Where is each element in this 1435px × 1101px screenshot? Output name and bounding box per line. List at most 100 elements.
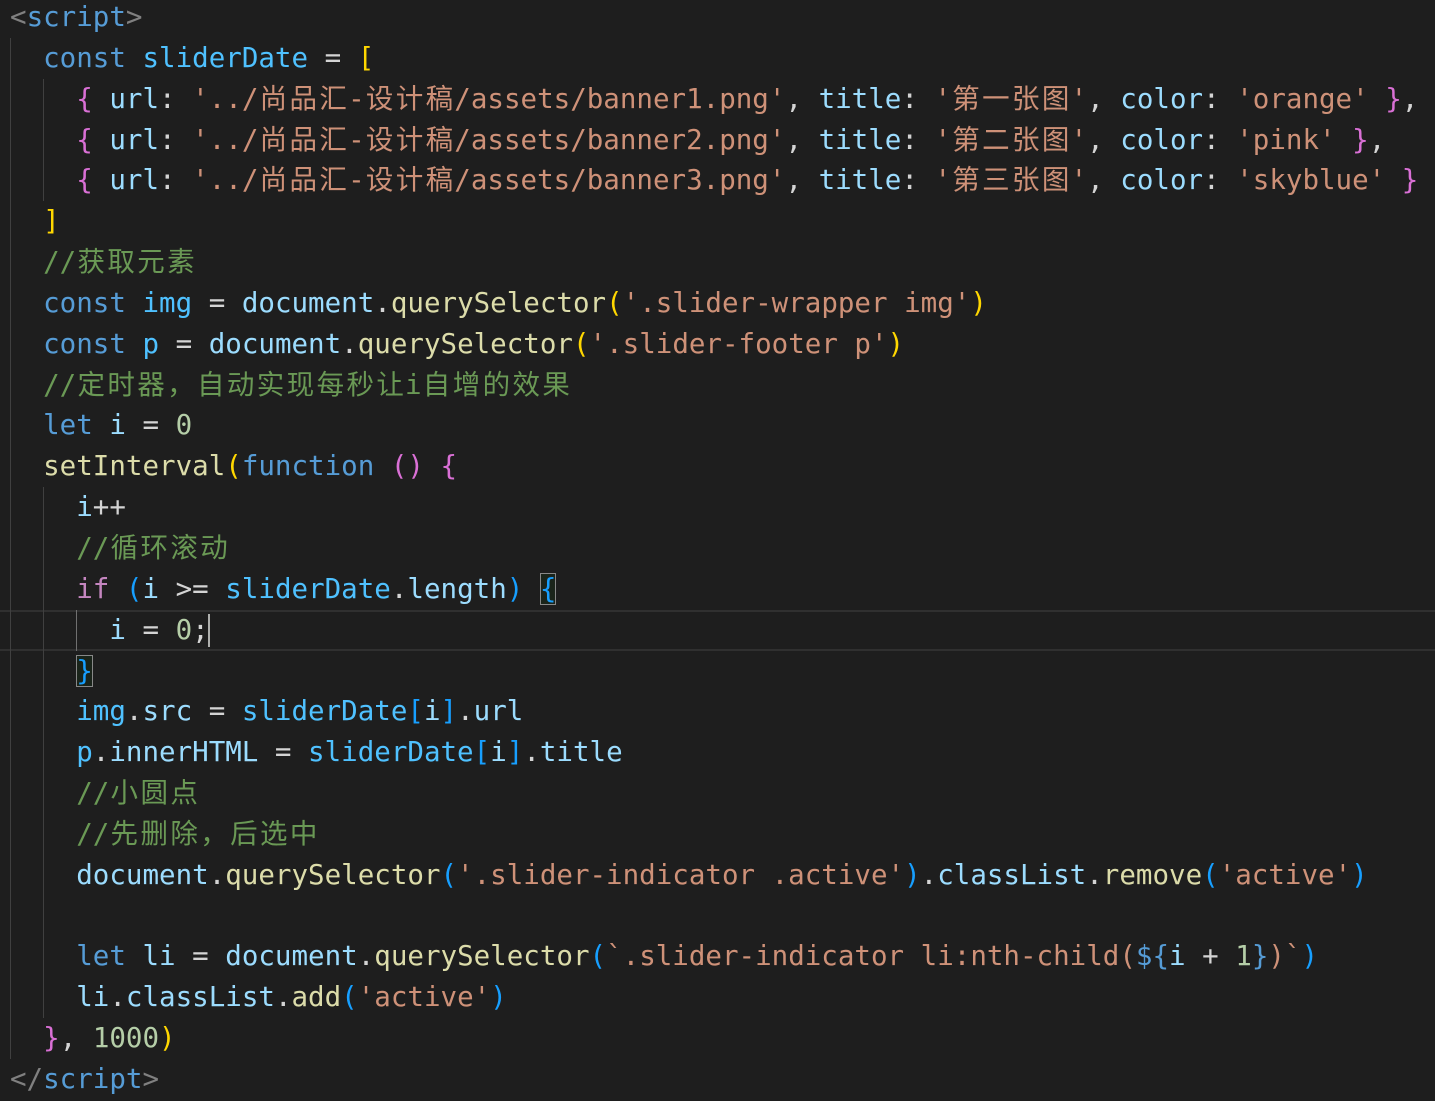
cjk-glyph: ， bbox=[200, 817, 228, 850]
code-line[interactable]: i = 0; bbox=[10, 610, 1435, 651]
matched-bracket-token: { bbox=[539, 572, 557, 605]
string-token: '../尚品汇-设计稿/assets/banner3.png' bbox=[192, 164, 785, 196]
punctuation-token: = bbox=[159, 327, 209, 360]
code-line[interactable]: //先删除，后选中 bbox=[10, 814, 1435, 855]
bracket-token: { bbox=[76, 82, 93, 115]
constant-token: sliderDate bbox=[142, 41, 309, 74]
cjk-glyph: 稿 bbox=[425, 82, 454, 115]
variable-token: color bbox=[1120, 164, 1204, 197]
punctuation-token: ; bbox=[192, 613, 209, 646]
cjk-glyph: 计 bbox=[395, 164, 424, 197]
cjk-glyph: 点 bbox=[170, 777, 198, 810]
code-line[interactable]: { url: '../尚品汇-设计稿/assets/banner2.png', … bbox=[10, 120, 1435, 161]
cjk-glyph: 一 bbox=[982, 82, 1010, 115]
bracket-token: ) bbox=[506, 572, 524, 605]
variable-token: document bbox=[208, 327, 342, 360]
code-line[interactable]: li.classList.add('active') bbox=[10, 977, 1435, 1018]
variable-token: url bbox=[109, 123, 160, 156]
variable-token: innerHTML bbox=[109, 736, 259, 769]
string-token: 'skyblue' bbox=[1236, 164, 1386, 197]
punctuation-token: = bbox=[192, 695, 242, 728]
string-token: '第三张图' bbox=[934, 164, 1087, 196]
code-line[interactable]: //获取元素 bbox=[10, 242, 1435, 283]
cjk-glyph: 自 bbox=[197, 368, 225, 401]
keyword-token: let bbox=[76, 940, 126, 973]
tag-bracket-token: < bbox=[10, 1, 27, 33]
code-line[interactable]: } bbox=[10, 651, 1435, 692]
cjk-glyph: 除 bbox=[170, 817, 198, 850]
variable-token: i bbox=[109, 409, 126, 442]
code-line[interactable]: const p = document.querySelector('.slide… bbox=[10, 324, 1435, 365]
cjk-glyph: 小 bbox=[110, 777, 139, 810]
bracket-token: { bbox=[76, 123, 93, 156]
code-line[interactable]: //循环滚动 bbox=[10, 528, 1435, 569]
punctuation-token: . bbox=[92, 736, 110, 769]
punctuation-token: , bbox=[785, 123, 819, 156]
bracket-token: ) bbox=[1351, 858, 1368, 891]
code-text-area[interactable]: <script> const sliderDate = [ { url: '..… bbox=[10, 0, 1435, 1100]
code-line[interactable] bbox=[10, 896, 1435, 937]
string-token: )` bbox=[1268, 940, 1302, 973]
code-line[interactable]: const sliderDate = [ bbox=[10, 38, 1435, 79]
code-line[interactable]: //小圆点 bbox=[10, 773, 1435, 814]
code-line[interactable]: img.src = sliderDate[i].url bbox=[10, 691, 1435, 732]
code-line[interactable]: <script> bbox=[10, 0, 1435, 38]
bracket-token: } bbox=[43, 1022, 60, 1055]
comment-token: //小圆点 bbox=[76, 777, 199, 809]
cjk-glyph: 效 bbox=[512, 368, 540, 401]
code-line[interactable]: </script> bbox=[10, 1059, 1435, 1100]
string-token: '../尚品汇-设计稿/assets/banner1.png' bbox=[192, 83, 785, 115]
code-line[interactable]: const img = document.querySelector('.sli… bbox=[10, 283, 1435, 324]
bracket-token: ( bbox=[589, 940, 607, 973]
matched-bracket-token: } bbox=[76, 654, 93, 687]
punctuation-token: . bbox=[274, 981, 292, 1014]
cjk-glyph: 循 bbox=[110, 531, 139, 564]
cjk-glyph: 实 bbox=[256, 368, 285, 401]
cjk-glyph: 环 bbox=[140, 531, 168, 564]
variable-token: li bbox=[76, 981, 110, 1014]
cjk-glyph: 计 bbox=[395, 82, 424, 115]
cjk-glyph: 定 bbox=[77, 368, 105, 401]
code-line[interactable]: p.innerHTML = sliderDate[i].title bbox=[10, 732, 1435, 773]
code-line[interactable]: { url: '../尚品汇-设计稿/assets/banner3.png', … bbox=[10, 160, 1435, 201]
bracket-token: [ bbox=[357, 41, 375, 74]
code-line[interactable]: let i = 0 bbox=[10, 405, 1435, 446]
variable-token: li bbox=[142, 940, 176, 973]
code-line[interactable]: if (i >= sliderDate.length) { bbox=[10, 569, 1435, 610]
keyword-token: function bbox=[241, 450, 375, 483]
code-line[interactable]: { url: '../尚品汇-设计稿/assets/banner1.png', … bbox=[10, 79, 1435, 120]
punctuation-token: >= bbox=[159, 572, 226, 605]
punctuation-token: : bbox=[901, 123, 935, 156]
code-line[interactable]: let li = document.querySelector(`.slider… bbox=[10, 936, 1435, 977]
code-line[interactable]: i++ bbox=[10, 487, 1435, 528]
code-editor[interactable]: <script> const sliderDate = [ { url: '..… bbox=[0, 0, 1435, 1101]
function-token: add bbox=[291, 981, 342, 1014]
keyword-token: let bbox=[43, 409, 93, 442]
cjk-glyph: 取 bbox=[107, 246, 135, 279]
bracket-token: ( bbox=[572, 327, 590, 360]
cjk-glyph: 获 bbox=[77, 246, 105, 279]
punctuation-token: . bbox=[125, 695, 143, 728]
punctuation-token: . bbox=[920, 858, 938, 891]
cjk-glyph: 汇 bbox=[319, 123, 347, 156]
code-line[interactable]: setInterval(function () { bbox=[10, 446, 1435, 487]
code-line[interactable]: document.querySelector('.slider-indicato… bbox=[10, 855, 1435, 896]
variable-token: classList bbox=[937, 858, 1087, 891]
string-token: 'active' bbox=[357, 981, 491, 1014]
code-line[interactable]: ] bbox=[10, 201, 1435, 242]
code-line[interactable]: }, 1000) bbox=[10, 1018, 1435, 1059]
constant-token: img bbox=[76, 695, 126, 728]
tag-bracket-token: > bbox=[142, 1062, 160, 1095]
code-line[interactable]: //定时器，自动实现每秒让i自增的效果 bbox=[10, 365, 1435, 406]
punctuation-token: : bbox=[1203, 82, 1237, 115]
